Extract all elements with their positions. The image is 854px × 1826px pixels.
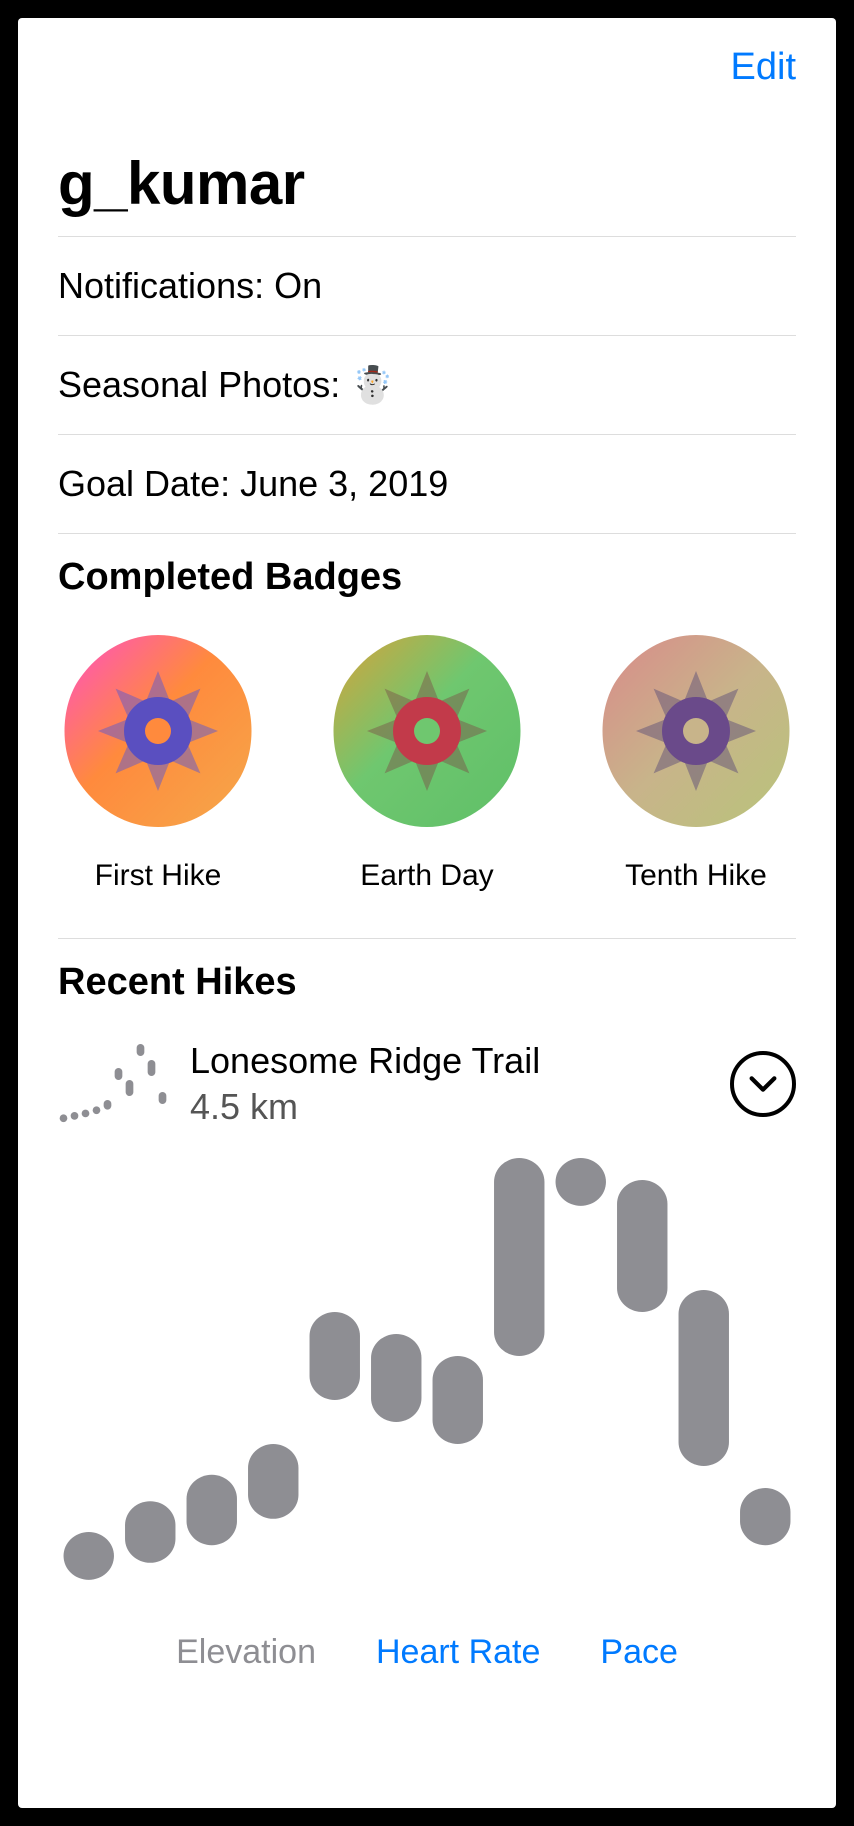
tab-heart-rate[interactable]: Heart Rate xyxy=(376,1633,540,1672)
chevron-down-icon xyxy=(746,1067,780,1101)
top-bar: Edit xyxy=(58,46,796,89)
edit-button[interactable]: Edit xyxy=(731,46,796,89)
chart-tabs: Elevation Heart Rate Pace xyxy=(58,1633,796,1672)
hike-distance: 4.5 km xyxy=(190,1086,708,1128)
tab-elevation[interactable]: Elevation xyxy=(176,1633,316,1672)
badge-tenth-hike[interactable]: Tenth Hike xyxy=(596,631,796,893)
badge-earth-day[interactable]: Earth Day xyxy=(327,631,527,893)
goal-date-row: Goal Date: June 3, 2019 xyxy=(58,435,796,534)
recent-hikes-title: Recent Hikes xyxy=(58,939,796,1036)
badges-title: Completed Badges xyxy=(58,534,796,631)
tab-pace[interactable]: Pace xyxy=(600,1633,678,1672)
badge-first-hike[interactable]: First Hike xyxy=(58,631,258,893)
seasonal-photos-row: Seasonal Photos: ☃️ xyxy=(58,336,796,435)
badge-label: Earth Day xyxy=(360,859,493,893)
badge-icon xyxy=(58,631,258,831)
hike-info: Lonesome Ridge Trail 4.5 km xyxy=(190,1040,708,1128)
notifications-row: Notifications: On xyxy=(58,237,796,336)
username-heading: g_kumar xyxy=(58,149,796,237)
expand-button[interactable] xyxy=(730,1051,796,1117)
mini-elevation-chart xyxy=(58,1044,168,1124)
badge-icon xyxy=(327,631,527,831)
badge-icon xyxy=(596,631,796,831)
badge-label: First Hike xyxy=(95,859,222,893)
hike-row[interactable]: Lonesome Ridge Trail 4.5 km xyxy=(58,1036,796,1148)
hike-name: Lonesome Ridge Trail xyxy=(190,1040,708,1082)
badge-label: Tenth Hike xyxy=(625,859,767,893)
app-screen: Edit g_kumar Notifications: On Seasonal … xyxy=(18,18,836,1808)
elevation-chart xyxy=(58,1158,796,1598)
badges-row: First Hike Earth Da xyxy=(58,631,796,939)
